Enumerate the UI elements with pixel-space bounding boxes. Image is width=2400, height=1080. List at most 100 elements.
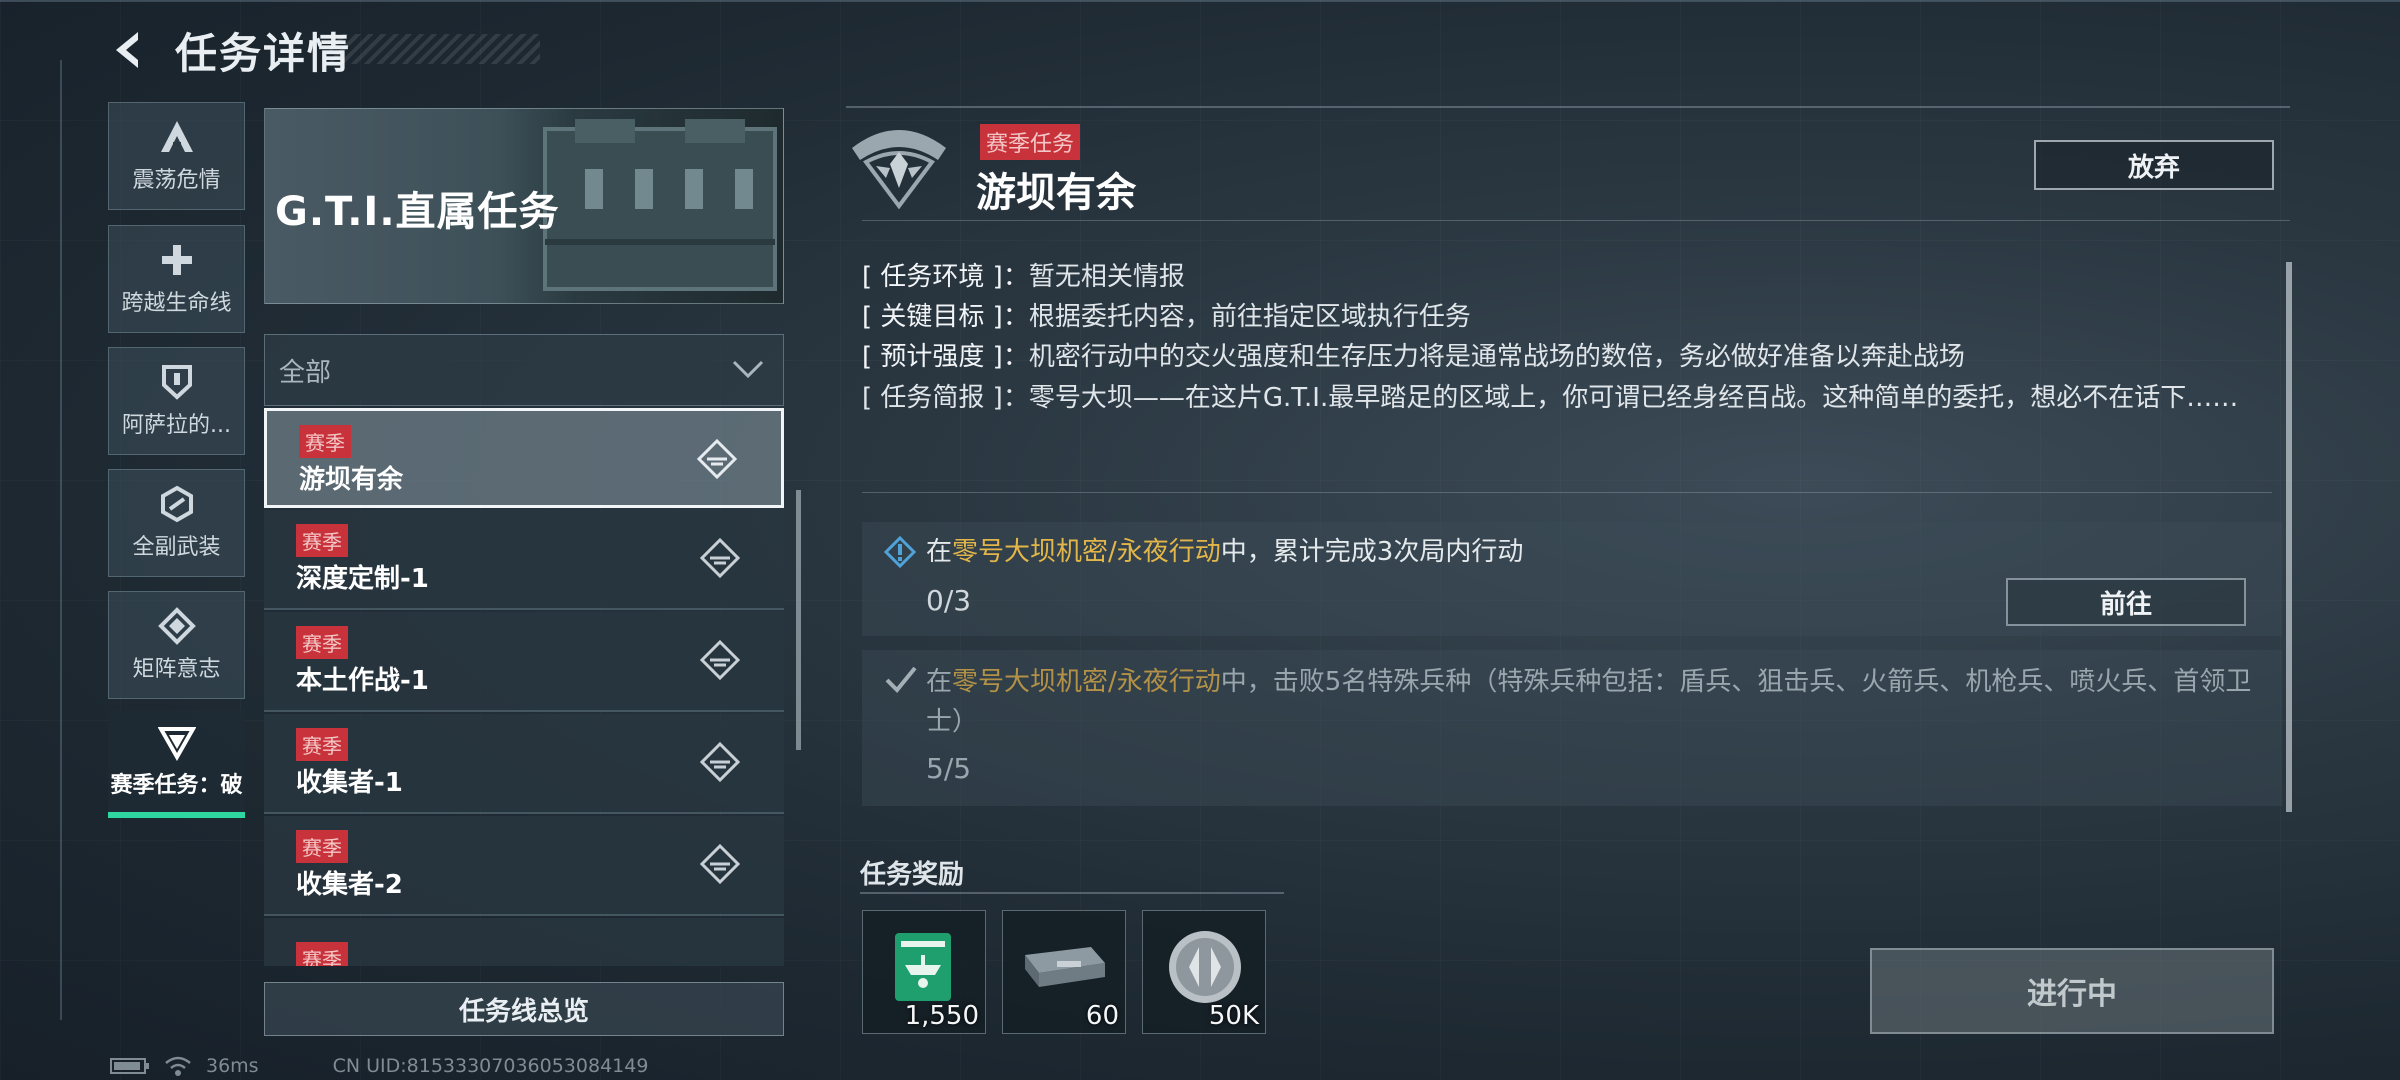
- info-value: 机密行动中的交火强度和生存压力将是通常战场的数倍，务必做好准备以奔赴战场: [1028, 342, 1965, 372]
- objective-progress: 0/3: [926, 584, 972, 617]
- status-bar: 36ms CN UID:81533307036053084149: [110, 1055, 648, 1077]
- check-icon: [885, 666, 917, 693]
- ping-value: 36ms: [206, 1055, 259, 1077]
- info-intensity: [ 预计强度 ]：机密行动中的交火强度和生存压力将是通常战场的数倍，务必做好准备…: [862, 336, 1965, 373]
- rewards-title: 任务奖励: [860, 860, 965, 890]
- season-tag: 赛季: [299, 425, 351, 458]
- quest-name: 本土作战-1: [296, 666, 429, 696]
- quest-name: 游坝有余: [299, 465, 404, 495]
- filter-selected-value: 全部: [279, 357, 332, 388]
- delta-a-icon: [160, 121, 193, 152]
- back-arrow-icon: [116, 32, 138, 68]
- season-tag: 赛季: [296, 942, 348, 966]
- quest-type-icon: [700, 640, 740, 680]
- info-value: 根据委托内容，前往指定区域执行任务: [1028, 302, 1471, 332]
- sidebar-item-category-6[interactable]: 赛季任务：破: [108, 710, 245, 818]
- goto-button[interactable]: 前往: [2006, 578, 2246, 626]
- reward-item[interactable]: 60: [1002, 910, 1126, 1034]
- quest-line-overview-button[interactable]: 任务线总览: [264, 982, 784, 1036]
- quest-filter-dropdown[interactable]: 全部: [264, 334, 784, 406]
- sidebar-item-category-1[interactable]: 震荡危情: [108, 102, 245, 210]
- objective-location: 零号大坝机密/永夜行动: [952, 667, 1221, 697]
- objective-text: 在零号大坝机密/永夜行动中，击败5名特殊兵种（特殊兵种包括：盾兵、狙击兵、火箭兵…: [926, 667, 2252, 737]
- chevron-down-icon: [732, 360, 764, 379]
- season-tag: 赛季: [296, 626, 348, 659]
- sidebar-item-label: 矩阵意志: [132, 657, 221, 682]
- quest-type-icon: [697, 439, 737, 479]
- quest-name: 收集者-2: [296, 870, 403, 900]
- detail-header-divider: [862, 220, 2290, 221]
- sidebar-item-category-4[interactable]: 全副武装: [108, 469, 245, 577]
- quest-list-item[interactable]: 赛季 本土作战-1: [264, 612, 784, 712]
- quest-title: 游坝有余: [976, 170, 1136, 216]
- quest-list-item[interactable]: 赛季 深度定制-1: [264, 510, 784, 610]
- in-progress-status-button: 进行中: [1870, 948, 2274, 1034]
- objective-text: 在零号大坝机密/永夜行动中，累计完成3次局内行动: [926, 537, 1524, 567]
- info-key: [ 关键目标 ]：: [862, 302, 1029, 332]
- plus-icon: [161, 245, 192, 275]
- quest-name: 深度定制-1: [296, 564, 429, 594]
- diamond-cross-icon: [157, 607, 196, 645]
- sidebar-item-label: 赛季任务：破: [110, 773, 243, 798]
- battery-icon: [110, 1058, 149, 1074]
- player-uid: CN UID:81533307036053084149: [332, 1055, 649, 1077]
- quest-type-icon: [700, 844, 740, 884]
- detail-season-tag: 赛季任务: [980, 124, 1081, 160]
- info-value: 零号大坝——在这片G.T.I.最早踏足的区域上，你可谓已经身经百战。这种简单的委…: [1028, 383, 2239, 413]
- season-tag: 赛季: [296, 830, 348, 863]
- sidebar-item-label: 全副武装: [132, 535, 221, 560]
- eagle-emblem-icon: [852, 130, 946, 210]
- title-decoration: [330, 34, 540, 64]
- season-tag: 赛季: [296, 728, 348, 761]
- sidebar-item-label: 阿萨拉的...: [122, 413, 231, 438]
- info-key: [ 任务简报 ]：: [862, 383, 1029, 413]
- silver-coin-icon: [1169, 931, 1241, 1003]
- reward-quantity: 50K: [1208, 1001, 1259, 1031]
- sidebar-item-label: 震荡危情: [132, 168, 221, 193]
- helicopter-card-icon: [895, 933, 951, 1001]
- season-tag: 赛季: [296, 524, 348, 557]
- reward-item[interactable]: 50K: [1142, 910, 1266, 1034]
- page-title: 任务详情: [175, 29, 352, 78]
- rewards-divider: [860, 892, 1284, 894]
- quest-name: 收集者-1: [296, 768, 403, 798]
- quest-list-item[interactable]: 赛季 收集者-1: [264, 714, 784, 814]
- quest-list-scrollbar[interactable]: [796, 490, 801, 750]
- info-briefing: [ 任务简报 ]：零号大坝——在这片G.T.I.最早踏足的区域上，你可谓已经身经…: [862, 378, 2262, 418]
- back-button[interactable]: [100, 22, 160, 78]
- info-key: [ 预计强度 ]：: [862, 342, 1029, 372]
- info-divider: [862, 492, 2272, 493]
- frame-left-line: [60, 60, 62, 1020]
- objective-item: 在零号大坝机密/永夜行动中，击败5名特殊兵种（特殊兵种包括：盾兵、狙击兵、火箭兵…: [862, 650, 2282, 806]
- hexagon-link-icon: [160, 485, 193, 523]
- quest-list-item[interactable]: 赛季 游坝有余: [264, 408, 784, 508]
- reward-quantity: 1,550: [904, 1001, 979, 1031]
- detail-scrollbar[interactable]: [2286, 262, 2292, 812]
- info-environment: [ 任务环境 ]：暂无相关情报: [862, 256, 1185, 293]
- quest-list-item[interactable]: 赛季: [264, 918, 784, 966]
- detail-top-divider: [846, 106, 2290, 108]
- abandon-button[interactable]: 放弃: [2034, 140, 2274, 190]
- banner-title: G.T.I.直属任务: [275, 189, 560, 235]
- wifi-icon: [165, 1056, 191, 1076]
- quest-type-icon: [700, 538, 740, 578]
- sidebar-item-category-3[interactable]: 阿萨拉的...: [108, 347, 245, 455]
- quest-list-item[interactable]: 赛季 收集者-2: [264, 816, 784, 916]
- info-target: [ 关键目标 ]：根据委托内容，前往指定区域执行任务: [862, 296, 1471, 333]
- info-value: 暂无相关情报: [1028, 262, 1185, 292]
- alert-diamond-icon: [884, 536, 916, 568]
- frame-top-line: [0, 0, 2400, 2]
- objective-progress: 5/5: [926, 752, 972, 785]
- objective-location: 零号大坝机密/永夜行动: [952, 537, 1221, 567]
- sidebar-item-category-5[interactable]: 矩阵意志: [108, 591, 245, 699]
- sidebar-item-category-2[interactable]: 跨越生命线: [108, 225, 245, 333]
- info-key: [ 任务环境 ]：: [862, 262, 1029, 292]
- quest-line-banner: G.T.I.直属任务: [264, 108, 784, 304]
- triangle-icon: [157, 727, 196, 761]
- ammo-box-icon: [1025, 947, 1105, 987]
- quest-type-icon: [700, 742, 740, 782]
- sidebar-item-label: 跨越生命线: [121, 291, 232, 316]
- shield-icon: [161, 365, 192, 400]
- reward-quantity: 60: [1085, 1001, 1119, 1031]
- reward-item[interactable]: 1,550: [862, 910, 986, 1034]
